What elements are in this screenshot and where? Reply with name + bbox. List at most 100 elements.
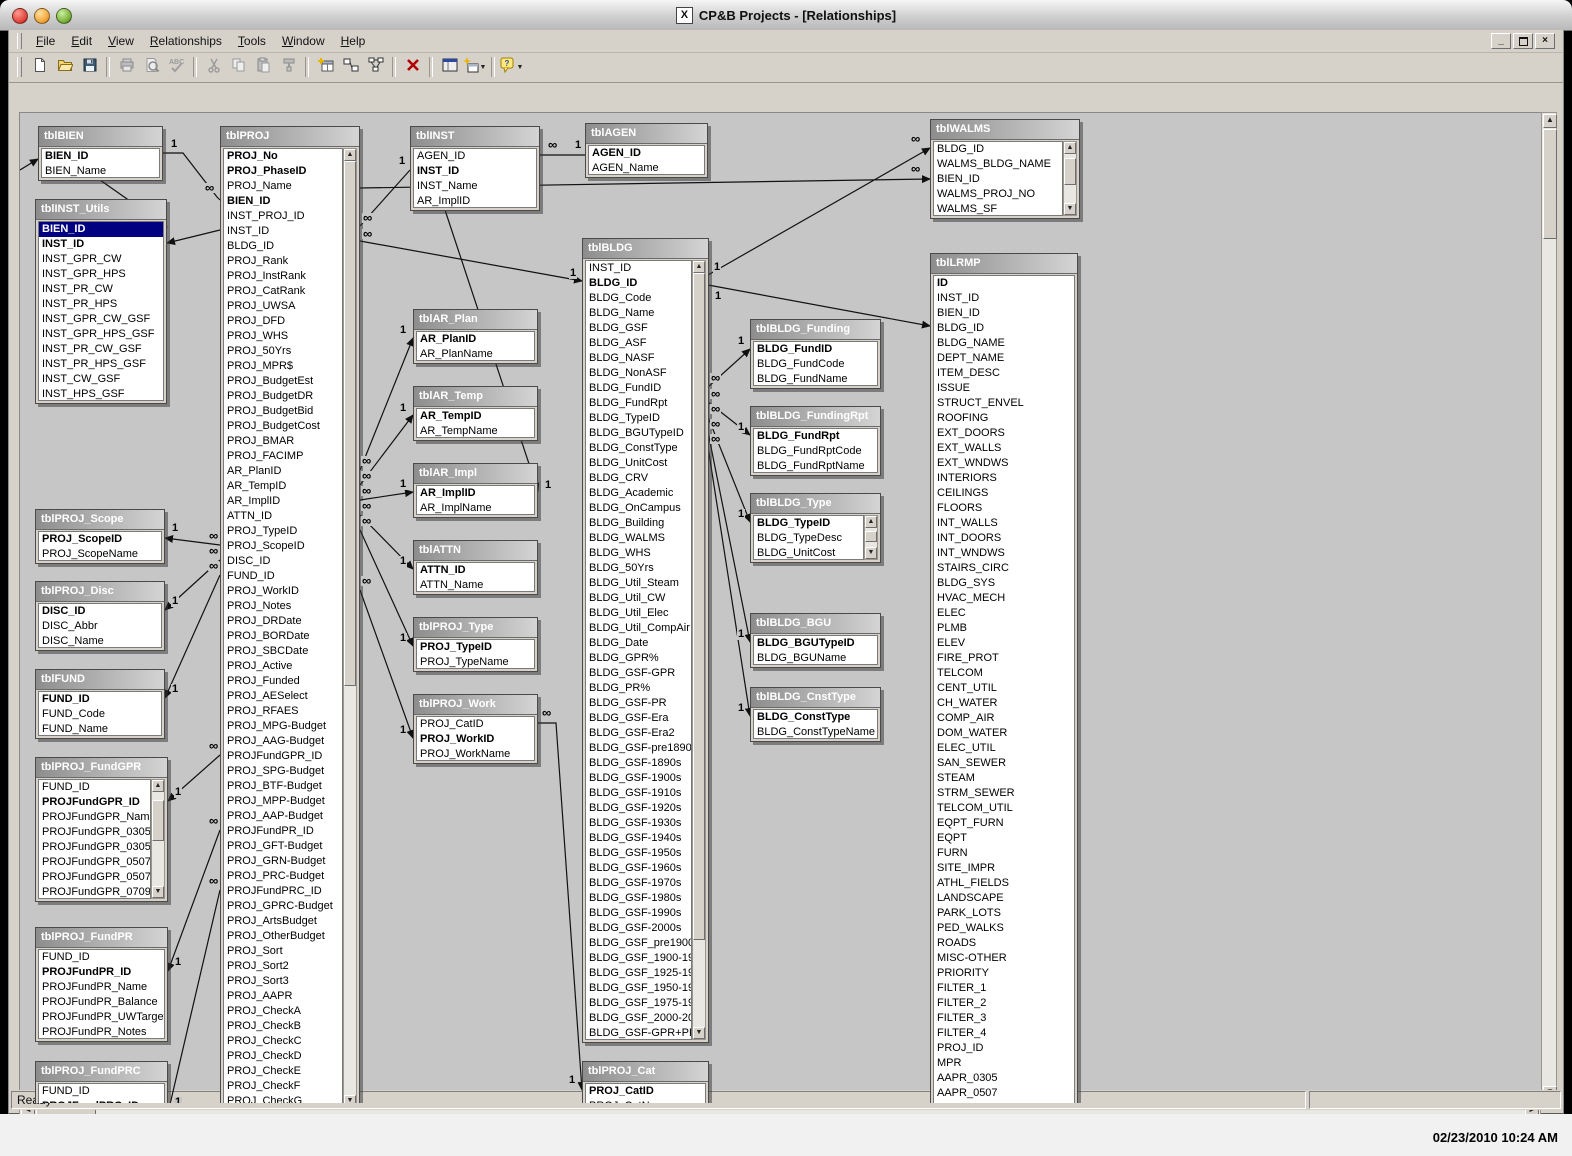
table-tblPROJ[interactable]: tblPROJ PROJ_No PROJ_PhaseID PROJ_Name BIEN_… <box>220 126 360 1103</box>
field-row[interactable]: BLDG_GSF-Era2 <box>586 726 691 741</box>
field-row[interactable]: INST_ID <box>39 237 163 252</box>
help-button[interactable]: ? ▼ <box>500 56 523 78</box>
field-row[interactable]: AAPR_0507 <box>934 1086 1074 1101</box>
relationship-line[interactable] <box>538 722 586 1091</box>
table-tblPROJ_Cat[interactable]: tblPROJ_CatPROJ_CatIDPROJ_CatName <box>582 1061 709 1103</box>
field-row[interactable]: BLDG_GSF-1920s <box>586 801 691 816</box>
relationship-line[interactable] <box>707 147 931 276</box>
field-row[interactable]: INST_PR_CW_GSF <box>39 342 163 357</box>
field-row[interactable]: ATTN_ID <box>224 509 342 524</box>
field-row[interactable]: BLDG_Util_CompAir <box>586 621 691 636</box>
table-tblFUND[interactable]: tblFUND FUND_ID FUND_Code FUND_Name <box>35 669 165 739</box>
table-title[interactable]: tblBLDG_CnstType <box>751 688 880 708</box>
field-row[interactable]: COMP_AIR <box>934 711 1074 726</box>
field-row[interactable]: PROJ_AESelect <box>224 689 342 704</box>
field-row[interactable]: CENT_UTIL <box>934 681 1074 696</box>
field-row[interactable]: EQPT_FURN <box>934 816 1074 831</box>
field-row[interactable]: PROJ_ID <box>934 1041 1074 1056</box>
field-row[interactable]: BLDG_UnitCost <box>586 456 691 471</box>
field-row[interactable]: BLDG_BGUTypeID <box>754 636 877 651</box>
table-title[interactable]: tblPROJ_Cat <box>583 1062 708 1082</box>
field-row[interactable]: AR_TempName <box>417 424 534 437</box>
field-row[interactable]: MISC-OTHER <box>934 951 1074 966</box>
field-row[interactable]: BLDG_CRV <box>586 471 691 486</box>
field-row[interactable]: FILTER_1 <box>934 981 1074 996</box>
dropdown-arrow-icon[interactable]: ▼ <box>517 64 524 71</box>
field-row[interactable]: INST_PR_CW <box>39 282 163 297</box>
table-title[interactable]: tblPROJ_Scope <box>36 510 164 530</box>
field-row[interactable]: PROJ_TypeName <box>417 655 534 668</box>
field-row[interactable]: AR_TempID <box>417 409 534 424</box>
field-row[interactable]: INST_PR_HPS <box>39 297 163 312</box>
restore-document-button[interactable] <box>1513 33 1533 49</box>
table-title[interactable]: tblWALMS <box>931 120 1079 140</box>
field-row[interactable]: PROJ_PRC-Budget <box>224 869 342 884</box>
field-row[interactable]: BLDG_Academic <box>586 486 691 501</box>
scroll-up-button[interactable]: ▲ <box>1064 142 1076 154</box>
field-row[interactable]: PROJ_GRN-Budget <box>224 854 342 869</box>
field-row[interactable]: PROJ_InstRank <box>224 269 342 284</box>
field-row[interactable]: BLDG_GSF-1980s <box>586 891 691 906</box>
field-row[interactable]: PROJFundGPR_0709 <box>39 885 150 898</box>
relationship-line[interactable] <box>707 431 753 643</box>
field-row[interactable]: FLOORS <box>934 501 1074 516</box>
field-row[interactable]: PROJ_TypeID <box>224 524 342 539</box>
table-title[interactable]: tblBLDG_Type <box>751 494 880 514</box>
field-row[interactable]: PROJ_CheckB <box>224 1019 342 1034</box>
table-title[interactable]: tblINST_Utils <box>36 200 166 220</box>
field-row[interactable]: ID <box>934 276 1074 291</box>
field-row[interactable]: BLDG_GSF-Era <box>586 711 691 726</box>
field-row[interactable]: AR_ImplID <box>417 486 534 501</box>
field-row[interactable]: STEAM <box>934 771 1074 786</box>
field-row[interactable]: PROJ_CheckF <box>224 1079 342 1094</box>
table-tblINST_Utils[interactable]: tblINST_Utils BIEN_ID INST_ID INST_GPR_CW IN… <box>35 199 167 404</box>
table-title[interactable]: tblPROJ_Disc <box>36 582 164 602</box>
field-row[interactable]: PROJFundGPR_0305 <box>39 825 150 840</box>
table-tblWALMS[interactable]: tblWALMS BLDG_ID WALMS_BLDG_NAME BIEN_ID WAL… <box>930 119 1080 219</box>
field-row[interactable]: AR_TempID <box>224 479 342 494</box>
table-title[interactable]: tblATTN <box>414 541 537 561</box>
field-row[interactable]: FUND_ID <box>39 1084 164 1099</box>
field-row[interactable]: PROJFundPRC_ID <box>224 884 342 899</box>
field-row[interactable]: PROJ_CheckA <box>224 1004 342 1019</box>
field-row[interactable]: PROJ_AAP-Budget <box>224 809 342 824</box>
field-row[interactable]: BLDG_GSF-PR <box>586 696 691 711</box>
field-row[interactable]: FILTER_2 <box>934 996 1074 1011</box>
field-row[interactable]: PROJFundGPR_Name <box>39 810 150 825</box>
field-row[interactable]: ITEM_DESC <box>934 366 1074 381</box>
field-row[interactable]: BLDG_TypeID <box>586 411 691 426</box>
field-row[interactable]: BLDG_FundRpt <box>754 429 877 444</box>
field-row[interactable]: INST_PROJ_ID <box>224 209 342 224</box>
field-row[interactable]: BLDG_GSF-1890s <box>586 756 691 771</box>
field-row[interactable]: PROJ_BORDate <box>224 629 342 644</box>
field-row[interactable]: BLDG_Building <box>586 516 691 531</box>
field-row[interactable]: PROJ_DFD <box>224 314 342 329</box>
field-row[interactable]: PROJ_TypeID <box>417 640 534 655</box>
field-row[interactable]: AGEN_ID <box>414 149 536 164</box>
relationship-line[interactable] <box>359 240 583 284</box>
field-row[interactable]: ATTN_Name <box>417 578 534 591</box>
field-row[interactable]: DISC_ID <box>39 604 161 619</box>
field-row[interactable]: PROJ_CatID <box>586 1084 705 1099</box>
clear-layout-button[interactable] <box>401 56 424 78</box>
print-preview-button[interactable] <box>140 56 163 78</box>
field-row[interactable]: BIEN_ID <box>39 222 163 237</box>
scroll-down-button[interactable]: ▼ <box>152 886 164 898</box>
field-row[interactable]: PROJFundPR_ID <box>224 824 342 839</box>
field-row[interactable]: BLDG_GSF_pre1900s <box>586 936 691 951</box>
table-tblINST[interactable]: tblINST AGEN_ID INST_ID INST_Name AR_ImplID <box>410 126 540 211</box>
field-row[interactable]: BLDG_GSF-1930s <box>586 816 691 831</box>
field-row[interactable]: FUND_ID <box>39 692 161 707</box>
field-row[interactable]: BLDG_GSF <box>586 321 691 336</box>
canvas-vertical-scrollbar[interactable]: ▲ ▼ <box>1541 112 1557 1102</box>
field-row[interactable]: DEPT_NAME <box>934 351 1074 366</box>
field-row[interactable]: ROADS <box>934 936 1074 951</box>
field-row[interactable]: ELEC_UTIL <box>934 741 1074 756</box>
title-bar[interactable]: X CP&B Projects - [Relationships] <box>0 0 1572 31</box>
field-row[interactable]: BLDG_GSF-1970s <box>586 876 691 891</box>
field-row[interactable]: BLDG_GSF_1900-192 <box>586 951 691 966</box>
field-row[interactable]: BLDG_FundName <box>754 372 877 385</box>
table-title[interactable]: tblPROJ_Work <box>414 695 537 715</box>
field-row[interactable]: EQPT <box>934 831 1074 846</box>
table-tblPROJ_FundPRC[interactable]: tblPROJ_FundPRCFUND_IDPROJFundPRC_ID <box>35 1061 168 1103</box>
